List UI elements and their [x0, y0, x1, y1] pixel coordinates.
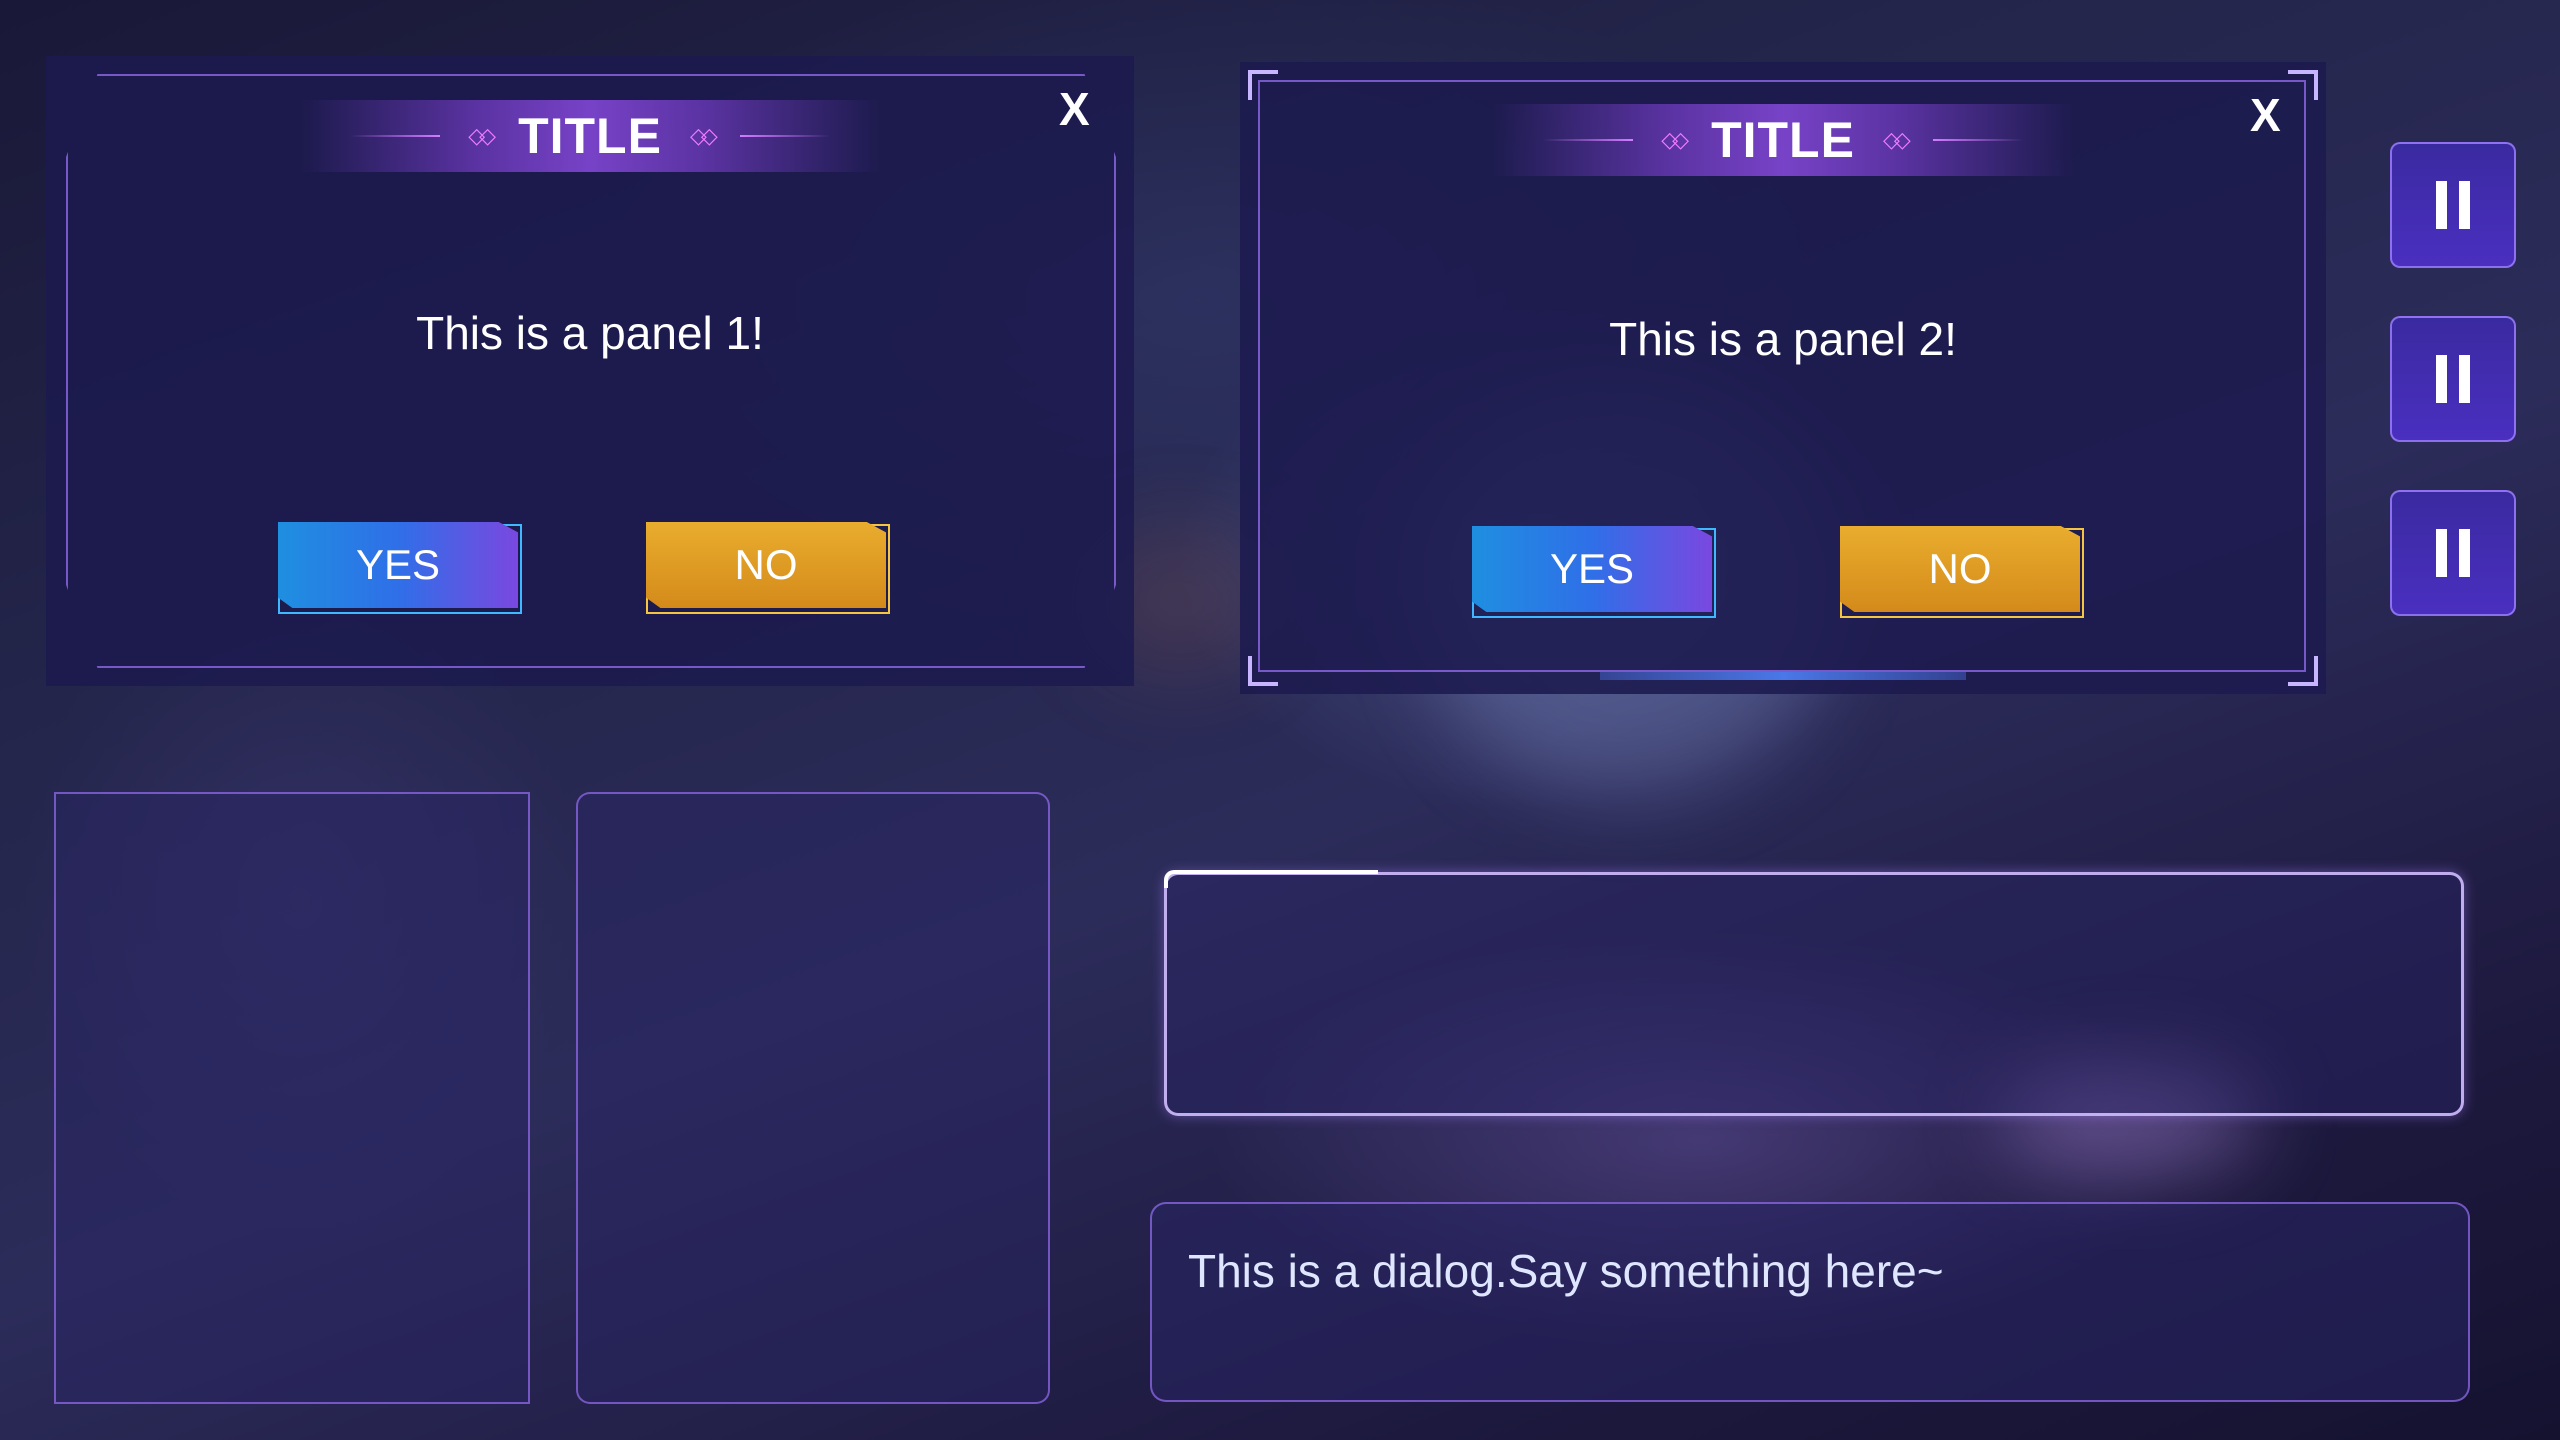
panel-2-no-button[interactable]: NO — [1840, 526, 2080, 612]
panel-1-yes-button[interactable]: YES — [278, 522, 518, 608]
panel-2-yes-button[interactable]: YES — [1472, 526, 1712, 612]
corner-bracket-bl — [1248, 656, 1278, 686]
panel-1-title: TITLE — [518, 108, 662, 164]
dialog-text: This is a dialog.Say something here~ — [1188, 1245, 1944, 1297]
diamond-ornament-right: ◇◇ — [689, 123, 718, 148]
pause-button-2[interactable] — [2390, 316, 2516, 442]
dialog-box: This is a dialog.Say something here~ — [1150, 1202, 2470, 1402]
panel-1: ◇◇ TITLE ◇◇ X This is a panel 1! YES NO — [46, 56, 1134, 686]
empty-frame-2 — [576, 792, 1050, 1404]
title-line-left — [1543, 139, 1634, 141]
wide-frame-box — [1164, 872, 2464, 1116]
diamond-ornament-right: ◇◇ — [1882, 127, 1911, 152]
panel-2-message: This is a panel 2! — [1609, 313, 1957, 365]
empty-frame-1 — [54, 792, 530, 1404]
diamond-ornament-left: ◇◇ — [1661, 127, 1689, 152]
wide-frame-tab — [1164, 870, 1378, 888]
title-line-right — [1932, 139, 2023, 141]
title-line-left — [350, 135, 441, 137]
corner-bracket-tl — [1248, 70, 1278, 100]
pause-icon — [2436, 529, 2447, 577]
pause-button-3[interactable] — [2390, 490, 2516, 616]
pause-icon — [2459, 529, 2470, 577]
title-line-right — [739, 135, 830, 137]
corner-bracket-tr — [2288, 70, 2318, 100]
pause-icon — [2459, 355, 2470, 403]
diamond-ornament-left: ◇◇ — [468, 123, 496, 148]
pause-icon — [2436, 181, 2447, 229]
panel-2-title-bar: ◇◇ TITLE ◇◇ — [1493, 104, 2073, 176]
panel-1-title-bar: ◇◇ TITLE ◇◇ — [300, 100, 880, 172]
panel-2-close-button[interactable]: X — [2250, 92, 2281, 138]
panel-2: ◇◇ TITLE ◇◇ X This is a panel 2! YES NO — [1240, 62, 2326, 694]
panel-2-title: TITLE — [1711, 112, 1855, 168]
panel-1-no-button[interactable]: NO — [646, 522, 886, 608]
pause-icon — [2436, 355, 2447, 403]
pause-button-1[interactable] — [2390, 142, 2516, 268]
panel-2-bottom-accent — [1600, 672, 1966, 680]
pause-icon — [2459, 181, 2470, 229]
corner-bracket-br — [2288, 656, 2318, 686]
panel-1-close-button[interactable]: X — [1059, 86, 1090, 132]
panel-1-message: This is a panel 1! — [416, 307, 764, 359]
